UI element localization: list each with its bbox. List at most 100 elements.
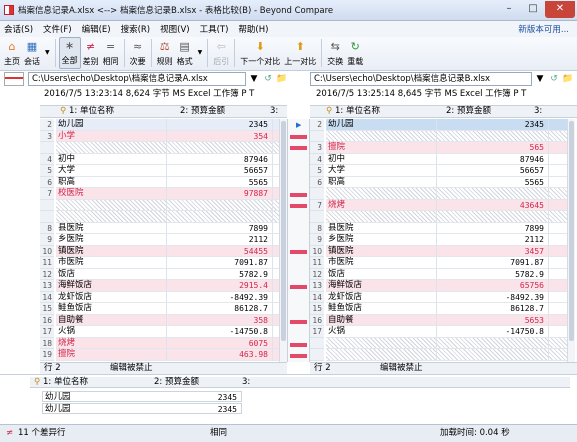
table-row[interactable]: 3 擅院 565	[310, 142, 567, 154]
cell-budget[interactable]: 5782.9	[167, 269, 272, 280]
cell-budget[interactable]	[437, 188, 548, 200]
cell-col3[interactable]	[548, 257, 567, 269]
cell-col3[interactable]	[272, 130, 279, 142]
cell-unit-name[interactable]: 幼儿园	[56, 119, 167, 131]
menu-search[interactable]: 搜索(R)	[121, 23, 151, 35]
left-scrollbar[interactable]	[279, 119, 287, 362]
cell-unit-name[interactable]: 饭店	[326, 268, 437, 280]
table-row[interactable]	[310, 211, 567, 223]
menu-edit[interactable]: 编辑(E)	[82, 23, 111, 35]
table-row[interactable]: 19 擅院 463.98	[40, 349, 279, 361]
cell-col3[interactable]	[548, 119, 567, 131]
table-row[interactable]: 2 幼儿园 2345	[310, 119, 567, 131]
cell-budget[interactable]: 87946	[167, 154, 272, 165]
cell-col3[interactable]	[272, 268, 279, 280]
cell-unit-name[interactable]: 市医院	[56, 257, 167, 269]
show-same-button[interactable]: = 相同	[101, 37, 121, 69]
menu-file[interactable]: 文件(F)	[43, 23, 72, 35]
close-button[interactable]: ✕	[545, 1, 575, 18]
table-row[interactable]: 5 大学 56657	[40, 165, 279, 177]
cell-unit-name[interactable]	[326, 337, 437, 349]
cell-unit-name[interactable]: 饭店	[56, 268, 167, 280]
cell-col3[interactable]	[272, 314, 279, 326]
cell-unit-name[interactable]: 职高	[326, 176, 437, 188]
cell-col3[interactable]	[548, 349, 567, 361]
rules-button[interactable]: ⚖ 规则	[155, 37, 175, 69]
cell-budget[interactable]	[437, 337, 548, 349]
cell-unit-name[interactable]: 火锅	[326, 326, 437, 338]
cell-col3[interactable]	[548, 153, 567, 165]
table-row[interactable]: 4 初中 87946	[310, 153, 567, 165]
detail-col3-header[interactable]: 3:	[242, 377, 250, 388]
cell-col3[interactable]	[548, 234, 567, 246]
detail-col1-header[interactable]: 1: 单位名称	[43, 377, 88, 388]
cell-budget[interactable]	[167, 142, 272, 154]
cell-col3[interactable]	[548, 314, 567, 326]
table-row[interactable]: 18 烧烤 6075	[40, 337, 279, 349]
cell-unit-name[interactable]: 烧烤	[56, 337, 167, 349]
cell-budget[interactable]: 2345	[167, 119, 272, 131]
cell-budget[interactable]: 43645	[437, 199, 548, 211]
cell-unit-name[interactable]	[56, 199, 167, 211]
table-row[interactable]: 11 市医院 7091.87	[40, 257, 279, 269]
table-row[interactable]: 7 校医院 97887	[40, 188, 279, 200]
left-path-input[interactable]: C:\Users\echo\Desktop\档案信息记录A.xlsx	[28, 72, 246, 86]
right-path-input[interactable]: C:\Users\echo\Desktop\档案信息记录B.xlsx	[310, 72, 532, 86]
cell-unit-name[interactable]: 校医院	[56, 188, 167, 200]
cell-budget[interactable]: 2345	[437, 119, 548, 131]
table-row[interactable]: 14 龙虾饭店 -8492.39	[40, 291, 279, 303]
right-history-dropdown[interactable]: ▼	[534, 73, 546, 85]
cell-budget[interactable]	[437, 349, 548, 361]
left-col3-header[interactable]: 3:	[270, 106, 278, 117]
cell-col3[interactable]	[272, 326, 279, 338]
cell-col3[interactable]	[548, 291, 567, 303]
right-scroll-thumb[interactable]	[569, 121, 574, 341]
cell-col3[interactable]	[272, 142, 279, 154]
table-row[interactable]: 9 乡医院 2112	[40, 234, 279, 246]
home-button[interactable]: ⌂ 主页	[2, 37, 22, 69]
table-row[interactable]: 13 海鲜饭店 2915.4	[40, 280, 279, 292]
table-row[interactable]	[310, 188, 567, 200]
cell-col3[interactable]	[548, 245, 567, 257]
table-row[interactable]	[310, 130, 567, 142]
menu-view[interactable]: 视图(V)	[160, 23, 189, 35]
right-col3-header[interactable]: 3:	[534, 106, 542, 117]
cell-col3[interactable]	[548, 165, 567, 177]
cell-col3[interactable]	[548, 326, 567, 338]
cell-unit-name[interactable]: 市医院	[326, 257, 437, 269]
next-diff-button[interactable]: ⬇ 下一个对比	[238, 37, 282, 69]
table-row[interactable]: 8 县医院 7899	[40, 222, 279, 234]
table-row[interactable]: 8 县医院 7899	[310, 222, 567, 234]
cell-col3[interactable]	[272, 291, 279, 303]
session-button[interactable]: ▦ 会话	[22, 37, 42, 69]
cell-unit-name[interactable]: 县医院	[326, 222, 437, 234]
table-row[interactable]: 13 海鲜饭店 65756	[310, 280, 567, 292]
table-row[interactable]	[40, 142, 279, 154]
cell-col3[interactable]	[548, 211, 567, 223]
cell-unit-name[interactable]: 职高	[56, 176, 167, 188]
cell-col3[interactable]	[548, 337, 567, 349]
cell-budget[interactable]: 7091.87	[167, 257, 272, 269]
cell-unit-name[interactable]: 自助餐	[326, 314, 437, 326]
table-row[interactable]: 3 小学 354	[40, 130, 279, 142]
cell-unit-name[interactable]: 自助餐	[56, 314, 167, 326]
right-col1-header[interactable]: 1: 单位名称	[335, 106, 380, 117]
reload-button[interactable]: ↻ 重载	[345, 37, 365, 69]
cell-col3[interactable]	[272, 234, 279, 246]
maximize-button[interactable]: □	[521, 1, 545, 18]
cell-budget[interactable]: 65756	[437, 280, 548, 292]
format-dropdown[interactable]: ▼	[195, 37, 205, 69]
format-button[interactable]: ▤ 格式	[175, 37, 195, 69]
table-row[interactable]: 9 乡医院 2112	[310, 234, 567, 246]
cell-budget[interactable]: 358	[167, 314, 272, 326]
right-grid[interactable]: 2 幼儿园 2345 3 擅院 565 4 初中 87946 5 大学 56657 6 职高 5565 7 烧烤…	[310, 119, 567, 362]
cell-budget[interactable]: 7091.87	[437, 257, 548, 269]
cell-budget[interactable]: 565	[437, 142, 548, 154]
cell-budget[interactable]: 56657	[437, 165, 548, 177]
cell-budget[interactable]: 5653	[437, 314, 548, 326]
cell-budget[interactable]: -8492.39	[437, 292, 548, 303]
cell-budget[interactable]: 2112	[167, 234, 272, 246]
table-row[interactable]	[40, 199, 279, 211]
cell-budget[interactable]: 56657	[167, 165, 272, 177]
cell-budget[interactable]: 6075	[167, 337, 272, 349]
